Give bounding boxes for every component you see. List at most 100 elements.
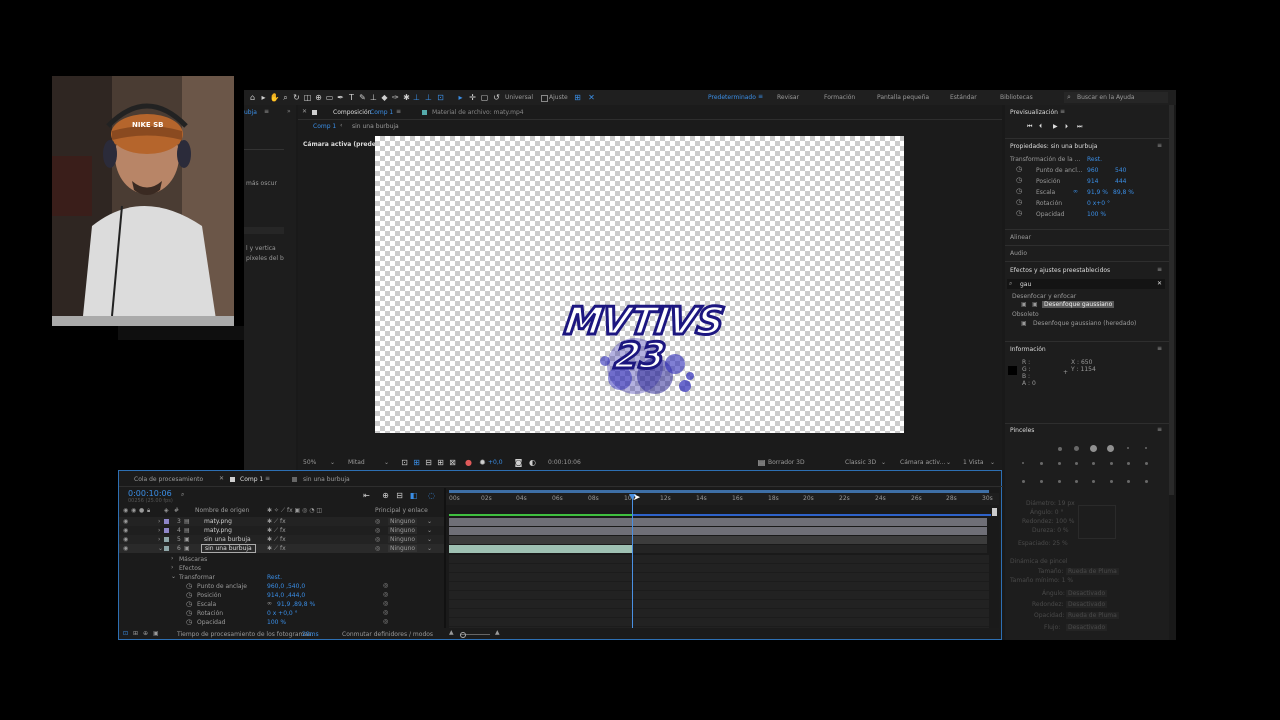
layer-switches[interactable]: ✱ ⟋ fx	[267, 527, 286, 535]
search-help-field[interactable]: ⌕ Buscar en la Ayuda	[1064, 92, 1168, 103]
camera-tool-icon[interactable]: ◫	[303, 93, 312, 102]
right-scrollbar[interactable]	[1169, 105, 1174, 495]
prop-scale-v2[interactable]: 89,8 %	[1113, 189, 1134, 196]
effects-item-1-row[interactable]: ▣ ▣ Desenfoque gaussiano	[1021, 301, 1115, 309]
brush-tip[interactable]	[1075, 462, 1078, 465]
panel-collapse-icon[interactable]: »	[287, 108, 291, 115]
prop-position-v1[interactable]: 914	[1087, 178, 1098, 185]
layer-label-color[interactable]	[164, 528, 169, 533]
project-dropdown[interactable]	[244, 141, 284, 150]
selection-tool-icon[interactable]: ▸	[259, 93, 268, 102]
status-icon-1[interactable]: ⊡	[123, 630, 128, 637]
layer-name[interactable]: maty.png	[204, 518, 232, 525]
dyn-size-value[interactable]: Rueda de Pluma	[1066, 568, 1119, 575]
timeline-divider[interactable]	[444, 488, 446, 628]
axis-world-icon[interactable]: ⊥	[424, 93, 433, 102]
rotate-tool-icon[interactable]: ↻	[292, 93, 301, 102]
mask-visibility-icon[interactable]: ⊟	[424, 458, 433, 467]
transform-reset-link[interactable]: Rest.	[1087, 156, 1102, 163]
pickwhip-icon[interactable]: ◎	[375, 518, 380, 525]
brushes-menu-icon[interactable]: ≡	[1157, 426, 1162, 433]
draft3d-toggle-icon[interactable]: ⊕	[381, 491, 390, 500]
frame-blending-icon[interactable]: ◧	[409, 491, 418, 500]
first-frame-icon[interactable]: ⏮	[1027, 123, 1032, 131]
timeline-end-marker[interactable]	[992, 508, 997, 516]
views-select[interactable]: 1 Vista	[963, 459, 984, 466]
toggle-switches-modes[interactable]: Conmutar definidores / modos	[342, 631, 433, 638]
brush-tip[interactable]	[1127, 462, 1130, 465]
channel-icon[interactable]: ⊠	[448, 458, 457, 467]
stopwatch-icon[interactable]: ◷	[186, 609, 192, 617]
workspace-revisar[interactable]: Revisar	[777, 94, 799, 101]
effects-category-1[interactable]: Desenfocar y enfocar	[1012, 293, 1076, 300]
last-frame-icon[interactable]: ⏭	[1077, 123, 1082, 131]
show-snapshot-icon[interactable]: ◐	[528, 458, 537, 467]
effects-category-2[interactable]: Obsoleto	[1012, 311, 1039, 318]
brush-tip[interactable]	[1022, 480, 1025, 483]
camera-chevron-icon[interactable]: ⌄	[946, 459, 951, 466]
dyn-roundness-value[interactable]: Desactivado	[1066, 601, 1108, 608]
clear-search-icon[interactable]: ✕	[1157, 280, 1162, 287]
layer-row-3[interactable]: ◉ › 3 ▤ maty.png ✱ ⟋ fx ◎ Ninguno ⌄	[119, 517, 445, 526]
zoom-chevron-icon[interactable]: ⌄	[330, 459, 335, 466]
brush-spacing[interactable]: Espaciado: 25 %	[1018, 540, 1068, 547]
project-tab[interactable]: ubja	[244, 109, 257, 116]
scale-value[interactable]: 91,9 ,89,8 %	[277, 601, 315, 608]
workspace-formacion[interactable]: Formación	[824, 94, 855, 101]
renderer-chevron-icon[interactable]: ⌄	[881, 459, 886, 466]
brush-tip[interactable]	[1145, 447, 1147, 449]
resolution-select[interactable]: Mitad	[348, 459, 365, 466]
masks-group[interactable]: ›	[171, 555, 173, 562]
brush-tip[interactable]	[1022, 462, 1024, 464]
layer-switches[interactable]: ✱ ⟋ fx	[267, 536, 286, 544]
exposure-value[interactable]: +0,0	[488, 459, 503, 466]
layer-label-color[interactable]	[164, 546, 169, 551]
timeline-search-icon[interactable]: ⌕	[181, 491, 184, 499]
effects-panel-title[interactable]: Efectos y ajustes preestablecidos	[1010, 267, 1110, 274]
brush-tip[interactable]	[1058, 462, 1061, 465]
brush-diameter[interactable]: Diámetro: 19 px	[1026, 500, 1075, 507]
puppet-tool-icon[interactable]: ✱	[402, 93, 411, 102]
brush-tip[interactable]	[1145, 462, 1148, 465]
expand-arrow-icon[interactable]: ⌄	[158, 545, 163, 552]
brush-tip[interactable]	[1092, 462, 1095, 465]
project-tab-menu-icon[interactable]: ≡	[264, 108, 269, 115]
layer-parent[interactable]: Ninguno	[388, 536, 418, 543]
camera-select[interactable]: Cámara activ...	[900, 459, 945, 466]
transform-group[interactable]: ⌄	[171, 573, 176, 580]
layer-row-6[interactable]: ◉ ⌄ 6 ▣ sin una burbuja ✱ ⟋ fx ◎ Ninguno…	[119, 544, 445, 553]
stopwatch-icon[interactable]: ◷	[186, 591, 192, 599]
prop-rotation-v1[interactable]: 0 x+0 °	[1087, 200, 1110, 207]
masks-label[interactable]: Máscaras	[179, 556, 207, 563]
prop-anchor-v2[interactable]: 540	[1115, 167, 1126, 174]
stopwatch-icon[interactable]: ◷	[1016, 165, 1022, 173]
anchor-value[interactable]: 960,0 ,540,0	[267, 583, 305, 590]
brush-tip[interactable]	[1110, 480, 1113, 483]
universal-scale-icon[interactable]: ▢	[480, 93, 489, 102]
next-frame-icon[interactable]: ⏵	[1065, 123, 1068, 131]
preview-title[interactable]: Previsualización	[1010, 109, 1058, 116]
preview-menu-icon[interactable]: ≡	[1060, 108, 1065, 115]
breadcrumb-comp[interactable]: Comp 1	[313, 123, 336, 130]
effects-menu-icon[interactable]: ≡	[1157, 266, 1162, 273]
workspace-bibliotecas[interactable]: Bibliotecas	[1000, 94, 1033, 101]
rotation-value[interactable]: 0 x +0,0 °	[267, 610, 298, 617]
comp-tab-comp[interactable]: Comp 1	[370, 109, 393, 116]
info-menu-icon[interactable]: ≡	[1157, 345, 1162, 352]
pickwhip-icon[interactable]: ◎	[375, 545, 380, 552]
brush-hardness[interactable]: Dureza: 0 %	[1032, 527, 1069, 534]
timeline-comp-tab[interactable]: Comp 1	[240, 476, 263, 483]
project-field[interactable]	[244, 227, 284, 234]
layer-label-color[interactable]	[164, 537, 169, 542]
parent-chevron-icon[interactable]: ⌄	[427, 536, 432, 543]
time-ruler[interactable]: 00s 02s 04s 06s 08s 10s 12s 14s 16s 18s …	[446, 493, 999, 505]
layer-switches[interactable]: ✱ ⟋ fx	[267, 545, 286, 553]
resolution-chevron-icon[interactable]: ⌄	[384, 459, 389, 466]
type-tool-icon[interactable]: T	[347, 93, 356, 102]
pen-tool-icon[interactable]: ✒	[336, 93, 345, 102]
color-channels-icon[interactable]: ●	[464, 458, 473, 467]
motion-blur-icon[interactable]: ◌	[427, 491, 436, 500]
expression-link-icon[interactable]: ◎	[383, 600, 388, 607]
expression-link-icon[interactable]: ◎	[383, 591, 388, 598]
expand-arrow-icon[interactable]: ›	[158, 536, 160, 543]
